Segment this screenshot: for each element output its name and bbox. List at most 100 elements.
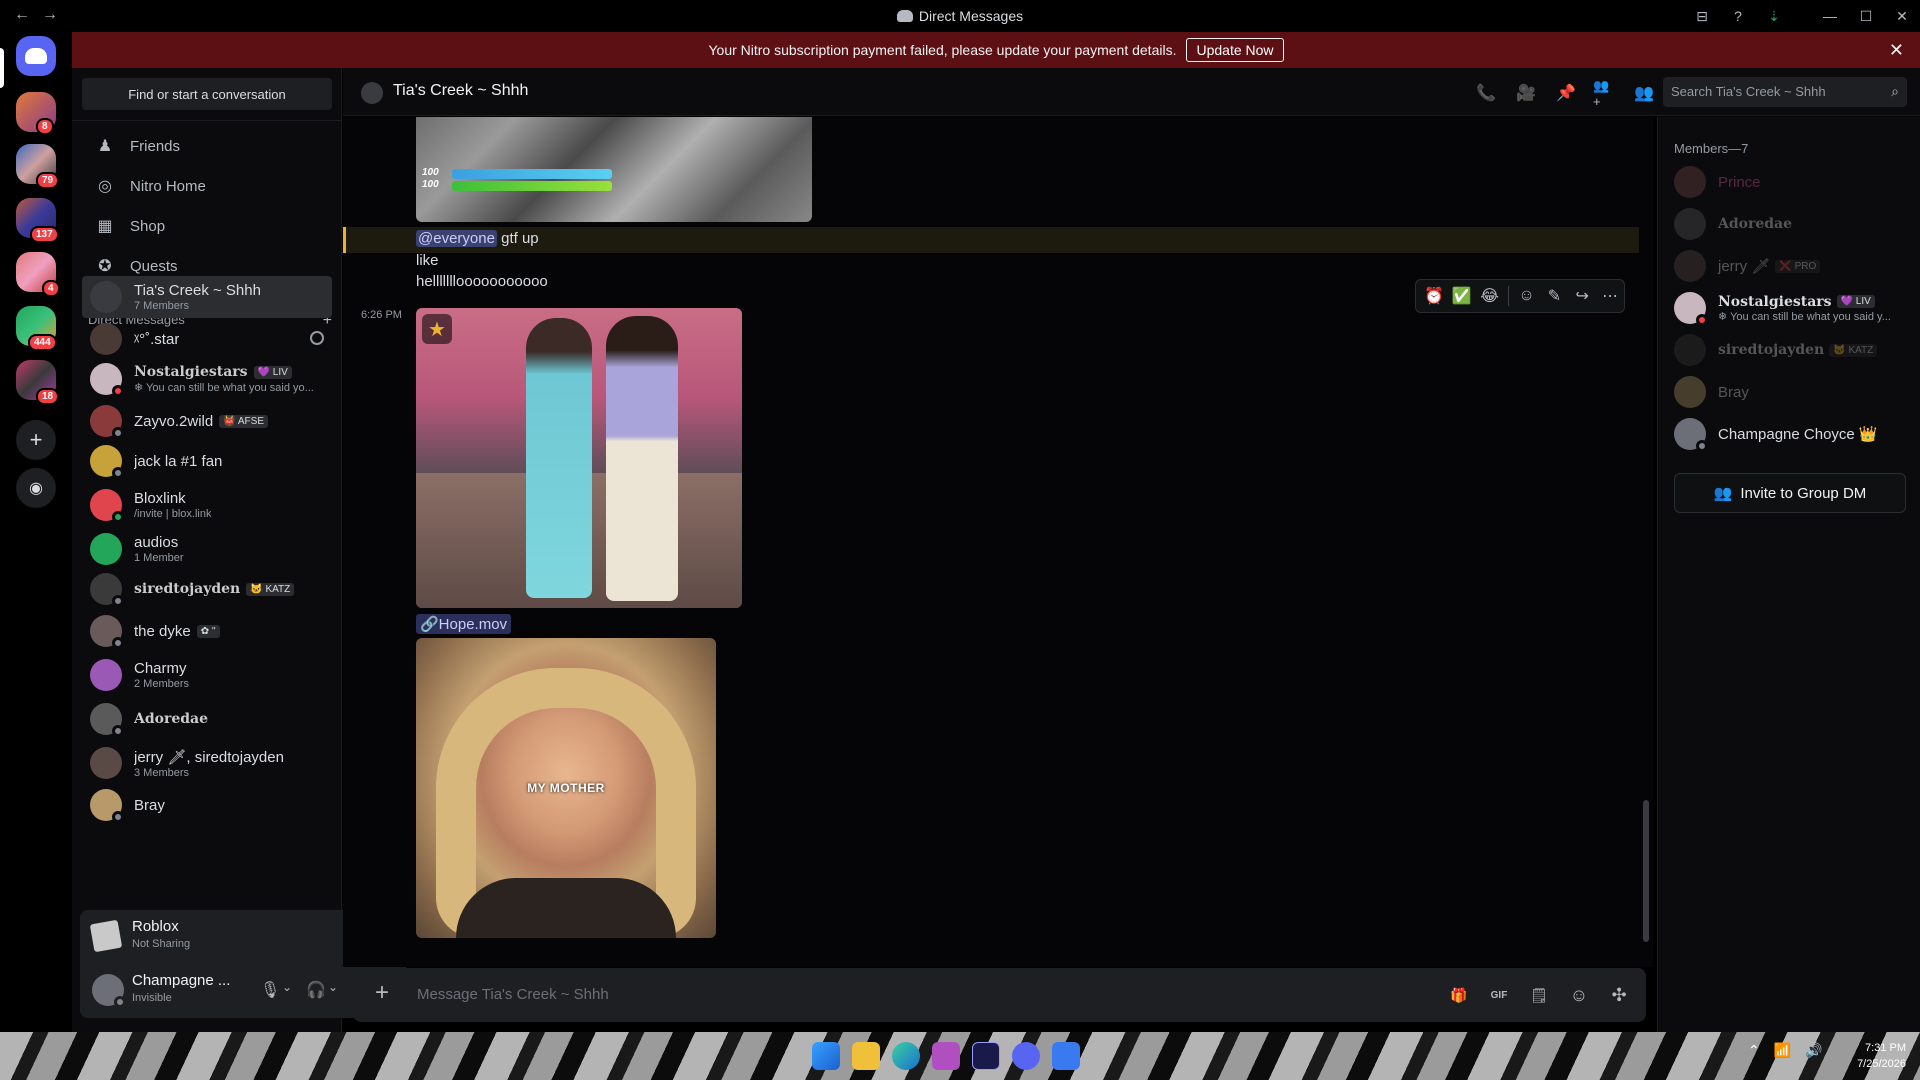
dm-item[interactable]: Adoredae xyxy=(82,698,332,740)
download-icon[interactable]: ⇣ xyxy=(1756,0,1792,32)
chevron-down-icon[interactable]: ⌄ xyxy=(328,980,338,994)
apps-icon[interactable]: ✣ xyxy=(1607,983,1631,1007)
add-attachment-icon[interactable]: + xyxy=(369,979,395,1006)
member-item[interactable]: Champagne Choyce 👑 xyxy=(1666,413,1906,455)
edit-icon[interactable]: ✎ xyxy=(1540,282,1568,310)
blocked-icon xyxy=(310,331,324,345)
invite-to-group-dm-button[interactable]: 👥 Invite to Group DM xyxy=(1674,473,1906,513)
dm-item[interactable]: Bloxlink/invite | blox.link xyxy=(82,484,332,526)
dm-item[interactable]: Zayvo.2wild 👹 AFSE xyxy=(82,400,332,442)
forward-icon[interactable]: ↪ xyxy=(1568,282,1596,310)
add-server-button[interactable]: + xyxy=(16,420,56,460)
emoji-icon[interactable]: ☺ xyxy=(1567,983,1591,1007)
headset-icon[interactable]: 🎧 xyxy=(306,980,326,1000)
dm-item[interactable]: the dyke ✿ '' xyxy=(82,610,332,652)
check-reaction-icon[interactable]: ✅ xyxy=(1448,282,1476,310)
message-composer[interactable]: + Message Tia's Creek ~ Shhh 🎁 GIF 🗒 ☺ ✣ xyxy=(353,968,1646,1022)
shop-icon: ▦ xyxy=(97,218,113,235)
wifi-icon[interactable]: 📶 xyxy=(1774,1042,1791,1059)
gift-icon[interactable]: 🎁 xyxy=(1447,983,1471,1007)
windows-start-icon[interactable] xyxy=(812,1042,840,1070)
find-conversation-button[interactable]: Find or start a conversation xyxy=(82,78,332,110)
member-item[interactable]: siredtojayden 🐱 KATZ xyxy=(1666,329,1906,371)
gif-icon[interactable]: GIF xyxy=(1487,983,1511,1007)
member-name: siredtojayden 🐱 KATZ xyxy=(1718,342,1878,358)
dm-name: Charmy xyxy=(134,660,187,677)
member-item[interactable]: Adoredae xyxy=(1666,203,1906,245)
volume-icon[interactable]: 🔊 xyxy=(1805,1042,1822,1059)
status-indicator xyxy=(1696,314,1708,326)
nav-nitro-home[interactable]: ◎ Nitro Home xyxy=(82,166,332,206)
discord-logo-icon xyxy=(896,10,913,22)
pinned-icon[interactable]: 📌 xyxy=(1555,82,1577,104)
everyone-mention[interactable]: @everyone xyxy=(416,230,497,247)
member-item[interactable]: Bray xyxy=(1666,371,1906,413)
member-item[interactable]: jerry 🗡 ❌ PRO xyxy=(1666,245,1906,287)
gif-attachment[interactable]: MY MOTHER xyxy=(416,638,716,938)
message-text: @everyone gtf up xyxy=(416,230,539,247)
message-list[interactable]: 100 100 @everyone gtf up like helllllllo… xyxy=(343,117,1653,967)
system-clock[interactable]: 7:31 PM 7/25/2026 xyxy=(1840,1040,1906,1072)
star-icon[interactable]: ★ xyxy=(422,314,452,344)
dm-item[interactable]: Charmy 2 Members xyxy=(82,654,332,696)
dm-name: Tia's Creek ~ Shhh xyxy=(134,282,261,299)
avatar xyxy=(90,405,124,439)
microphone-icon[interactable]: 🎙 xyxy=(260,980,280,1000)
close-icon[interactable]: ✕ xyxy=(1889,40,1904,61)
app-icon[interactable] xyxy=(932,1042,960,1070)
call-icon[interactable]: 📞 xyxy=(1475,82,1497,104)
avatar xyxy=(1674,166,1706,198)
game-screenshot-attachment[interactable]: 100 100 xyxy=(416,117,812,222)
nav-friends[interactable]: ♟ Friends xyxy=(82,126,332,166)
dm-item[interactable]: Nostalgiestars 💜 LIV ❄ You can still be wh… xyxy=(82,358,332,400)
message-input[interactable]: Message Tia's Creek ~ Shhh xyxy=(417,986,609,1003)
edge-icon[interactable] xyxy=(892,1042,920,1070)
sticker-icon[interactable]: 🗒 xyxy=(1527,983,1551,1007)
message-actions-toolbar: ⏰ ✅ 😂 ☺ ✎ ↪ ⋯ xyxy=(1415,279,1625,313)
help-icon[interactable]: ? xyxy=(1720,0,1756,32)
member-item[interactable]: Prince xyxy=(1666,161,1906,203)
laugh-reaction-icon[interactable]: 😂 xyxy=(1476,282,1504,310)
avatar xyxy=(1674,208,1706,240)
server-badge: 18 xyxy=(36,388,60,405)
health-label: 100 xyxy=(422,179,439,190)
more-icon[interactable]: ⋯ xyxy=(1596,282,1624,310)
dm-item[interactable]: jerry 🗡, siredtojayden 3 Members xyxy=(82,742,332,784)
dm-item[interactable]: Bray xyxy=(82,784,332,826)
windows-taskbar: ⌃ 📶 🔊 7:31 PM 7/25/2026 xyxy=(0,1032,1920,1080)
status-indicator xyxy=(112,511,124,523)
discord-taskbar-icon[interactable] xyxy=(1012,1042,1040,1070)
scrollbar[interactable] xyxy=(1643,800,1649,942)
roblox-taskbar-icon[interactable] xyxy=(1052,1042,1080,1070)
file-explorer-icon[interactable] xyxy=(852,1042,880,1070)
member-list-icon[interactable]: 👥 xyxy=(1633,82,1655,104)
tray-chevron-icon[interactable]: ⌃ xyxy=(1748,1042,1760,1059)
after-effects-icon[interactable] xyxy=(972,1042,1000,1070)
image-attachment[interactable]: ★ xyxy=(416,308,742,608)
video-icon[interactable]: 🎥 xyxy=(1515,82,1537,104)
dm-item[interactable]: jack la #1 fan xyxy=(82,440,332,482)
add-reaction-icon[interactable]: ☺ xyxy=(1513,282,1541,310)
discover-button[interactable]: ◉ xyxy=(16,468,56,508)
update-now-button[interactable]: Update Now xyxy=(1186,38,1284,62)
attachment-link[interactable]: 🔗Hope.mov xyxy=(416,614,512,634)
alarm-reaction-icon[interactable]: ⏰ xyxy=(1420,282,1448,310)
minimize-icon[interactable]: — xyxy=(1812,0,1848,32)
add-friends-icon[interactable]: 👥+ xyxy=(1593,78,1615,109)
home-button[interactable] xyxy=(16,36,56,76)
search-input[interactable]: Search Tia's Creek ~ Shhh ⌕ xyxy=(1663,77,1907,107)
avatar xyxy=(1674,376,1706,408)
inbox-icon[interactable]: ⊟ xyxy=(1684,0,1720,32)
dm-item[interactable]: audios 1 Member xyxy=(82,528,332,570)
user-avatar[interactable] xyxy=(92,974,126,1008)
server-tag-badge: 🐱 KATZ xyxy=(1829,343,1878,357)
dm-item[interactable]: ᵡ°˚.star xyxy=(82,318,332,360)
member-list: Members—7 Prince Adoredae jerry 🗡 ❌ PRO Nost… xyxy=(1657,117,1920,1037)
chevron-down-icon[interactable]: ⌄ xyxy=(282,980,292,994)
maximize-icon[interactable]: ☐ xyxy=(1848,0,1884,32)
member-item[interactable]: Nostalgiestars 💜 LIV ❄ You can still be wh… xyxy=(1666,287,1906,329)
dm-item[interactable]: siredtojayden 🐱 KATZ xyxy=(82,568,332,610)
dm-item[interactable]: Tia's Creek ~ Shhh 7 Members xyxy=(82,276,332,318)
nav-shop[interactable]: ▦ Shop xyxy=(82,206,332,246)
close-window-icon[interactable]: ✕ xyxy=(1884,0,1920,32)
